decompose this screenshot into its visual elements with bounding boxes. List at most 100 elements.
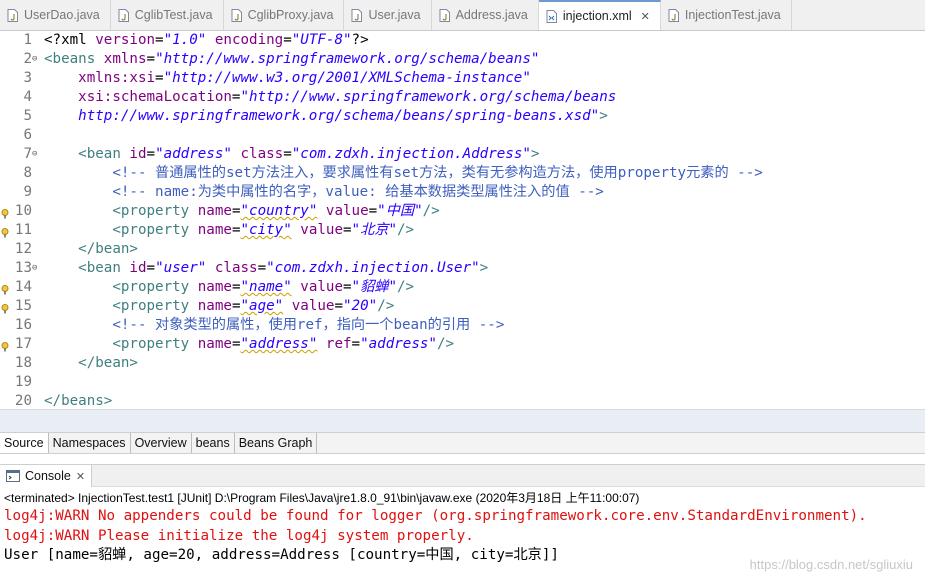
line-number: 1	[23, 32, 32, 48]
code-token: <property	[112, 203, 198, 219]
code-text: </bean>	[44, 354, 138, 373]
code-line: 6	[0, 126, 925, 145]
code-line: 11 <property name="city" value="北京"/>	[0, 221, 925, 240]
close-icon[interactable]: ✕	[641, 10, 650, 23]
code-token: "city"	[240, 222, 292, 238]
code-token: />	[397, 222, 415, 238]
code-text: xmlns:xsi="http://www.w3.org/2001/XMLSch…	[44, 69, 531, 88]
code-token: >	[530, 146, 540, 162]
console-tab-label: Console	[25, 469, 71, 483]
code-token: =	[283, 32, 292, 48]
bottom-tab[interactable]: Beans Graph	[235, 433, 318, 453]
horizontal-scrollbar[interactable]	[0, 409, 925, 433]
code-token: />	[422, 203, 440, 219]
editor-tab[interactable]: Address.java	[432, 0, 539, 30]
xml-file-icon	[546, 9, 557, 23]
code-line: 4 xsi:schemaLocation="http://www.springf…	[0, 88, 925, 107]
code-text: <property name="age" value="20"/>	[44, 297, 394, 316]
code-text: <property name="address" ref="address"/>	[44, 335, 454, 354]
console-line: log4j:WARN No appenders could be found f…	[4, 508, 867, 524]
code-token: =	[155, 32, 164, 48]
code-token: =	[334, 298, 344, 314]
warning-marker-icon[interactable]	[1, 225, 9, 238]
code-token: "貂蝉"	[351, 279, 398, 295]
close-icon[interactable]: ✕	[76, 470, 85, 483]
editor-tab[interactable]: User.java	[344, 0, 432, 30]
code-token: "http://www.w3.org/2001/XMLSchema-instan…	[163, 70, 531, 86]
code-token: =	[146, 260, 156, 276]
code-token: version	[95, 32, 156, 48]
editor-tab[interactable]: UserDao.java	[0, 0, 111, 30]
code-token: <!-- name:为类中属性的名字，value: 给基本数据类型属性注入的值 …	[44, 184, 604, 200]
editor-tab[interactable]: CglibTest.java	[111, 0, 224, 30]
fold-toggle-icon[interactable]: ⊖	[32, 145, 42, 164]
code-line: 3 xmlns:xsi="http://www.w3.org/2001/XMLS…	[0, 69, 925, 88]
warning-marker-icon[interactable]	[1, 206, 9, 219]
editor-tab-label: InjectionTest.java	[684, 8, 781, 22]
warning-marker-icon[interactable]	[1, 339, 9, 352]
code-token: <property	[112, 298, 198, 314]
bottom-tab[interactable]: Overview	[131, 433, 192, 453]
code-token: <?xml	[44, 32, 96, 48]
code-line: 13 ⊖ <bean id="user" class="com.zdxh.inje…	[0, 259, 925, 278]
code-token: value	[291, 298, 335, 314]
fold-toggle-icon[interactable]: ⊖	[32, 50, 42, 69]
line-number: 6	[23, 127, 32, 143]
editor-tab-label: CglibProxy.java	[247, 8, 334, 22]
bottom-tab[interactable]: Namespaces	[49, 433, 131, 453]
code-token: <beans	[44, 51, 104, 67]
code-text: </bean>	[44, 240, 138, 259]
editor-tab[interactable]: CglibProxy.java	[224, 0, 345, 30]
warning-marker-icon[interactable]	[1, 282, 9, 295]
warning-marker-icon[interactable]	[1, 301, 9, 314]
bottom-tab[interactable]: Source	[0, 433, 49, 453]
watermark: https://blog.csdn.net/sgliuxiu	[749, 557, 913, 572]
console-line: log4j:WARN Please initialize the log4j s…	[4, 527, 474, 544]
code-token: http://www.springframework.org/schema/be…	[44, 108, 600, 124]
code-line: 16 <!-- 对象类型的属性，使用ref，指向一个bean的引用 -->	[0, 316, 925, 335]
code-token: xmlns:xsi	[78, 70, 156, 86]
code-token: =	[155, 70, 164, 86]
code-text: <!-- 普通属性的set方法注入，要求属性有set方法，类有无参构造方法，使用…	[44, 164, 762, 183]
code-token: "user"	[155, 260, 207, 276]
code-line: 10 <property name="country" value="中国"/>	[0, 202, 925, 221]
line-number: 5	[23, 108, 32, 124]
code-token: <bean	[78, 260, 130, 276]
code-token: xmlns	[103, 51, 147, 67]
bottom-tab[interactable]: beans	[192, 433, 235, 453]
tab-console[interactable]: Console ✕	[0, 465, 93, 487]
line-number: 2	[23, 51, 32, 67]
code-token: "country"	[240, 203, 318, 219]
line-number: 9	[23, 184, 32, 200]
code-token: />	[436, 336, 455, 352]
code-text: <property name="country" value="中国"/>	[44, 202, 440, 221]
code-token: value	[300, 279, 343, 295]
code-text: <!-- name:为类中属性的名字，value: 给基本数据类型属性注入的值 …	[44, 183, 604, 202]
editor-tab[interactable]: injection.xml ✕	[538, 0, 661, 30]
code-token: />	[377, 298, 395, 314]
code-text: <beans xmlns="http://www.springframework…	[44, 50, 539, 69]
editor-tab-label: User.java	[368, 8, 421, 22]
console-status: <terminated> InjectionTest.test1 [JUnit]…	[4, 491, 640, 505]
code-token: </bean>	[78, 355, 138, 371]
editor-tab-label: CglibTest.java	[134, 8, 213, 22]
fold-toggle-icon[interactable]: ⊖	[32, 259, 42, 278]
code-token: <bean	[78, 146, 130, 162]
code-text: <bean id="user" class="com.zdxh.injectio…	[44, 259, 488, 278]
editor-tab[interactable]: InjectionTest.java	[661, 0, 792, 30]
code-token: >	[479, 260, 489, 276]
xml-code-editor[interactable]: 1 <?xml version="1.0" encoding="UTF-8"?> 2…	[0, 31, 925, 409]
code-token: "20"	[343, 298, 378, 314]
code-token: class	[240, 146, 284, 162]
